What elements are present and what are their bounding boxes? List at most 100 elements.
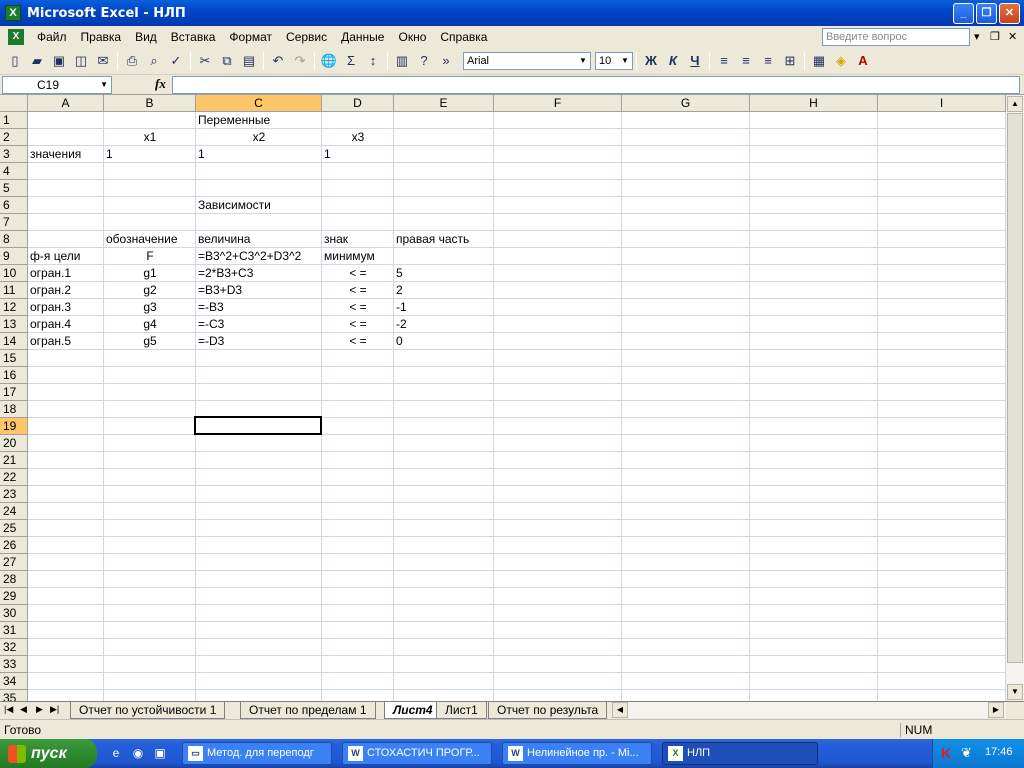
row-header[interactable]: 22 <box>0 469 28 486</box>
minimize-button[interactable]: _ <box>953 3 974 24</box>
row-header[interactable]: 30 <box>0 605 28 622</box>
row-header[interactable]: 35 <box>0 690 28 701</box>
scroll-right-icon[interactable]: ▶ <box>988 702 1004 718</box>
task-word-1[interactable]: W СТОХАСТИЧ ПРОГР... <box>342 742 492 765</box>
doc-restore-icon[interactable]: ❐ <box>990 30 1000 43</box>
font-name-select[interactable]: Arial ▼ <box>463 52 591 70</box>
task-word-2[interactable]: W Нелинейное пр. - Mi... <box>502 742 652 765</box>
scroll-left-icon[interactable]: ◀ <box>612 702 628 718</box>
menu-edit[interactable]: Правка <box>74 30 129 44</box>
column-header-g[interactable]: G <box>622 95 750 112</box>
help-icon[interactable]: ? <box>414 51 434 71</box>
cell-b12[interactable]: g3 <box>104 299 196 316</box>
next-sheet-icon[interactable]: ▶ <box>36 704 43 715</box>
cell-b8[interactable]: обозначение <box>104 231 196 248</box>
excel-app-icon[interactable]: X <box>5 5 21 21</box>
column-header-i[interactable]: I <box>878 95 1006 112</box>
tab-list4[interactable]: Лист4 <box>384 702 442 719</box>
cell-c14[interactable]: =-D3 <box>196 333 322 350</box>
cell-b14[interactable]: g5 <box>104 333 196 350</box>
undo-icon[interactable]: ↶ <box>268 51 288 71</box>
tab-results-report[interactable]: Отчет по результа <box>488 702 608 719</box>
menu-help[interactable]: Справка <box>433 30 494 44</box>
insert-function-icon[interactable]: fx <box>155 76 166 92</box>
row-header[interactable]: 28 <box>0 571 28 588</box>
email-icon[interactable]: ✉ <box>93 51 113 71</box>
autosum-icon[interactable]: Σ <box>341 51 361 71</box>
cell-c10[interactable]: =2*B3+C3 <box>196 265 322 282</box>
cell-a10[interactable]: огран.1 <box>28 265 104 282</box>
align-left-icon[interactable]: ≡ <box>714 51 734 71</box>
menu-view[interactable]: Вид <box>128 30 164 44</box>
align-center-icon[interactable]: ≡ <box>736 51 756 71</box>
cell-c1[interactable]: Переменные <box>196 112 322 129</box>
fill-color-icon[interactable]: ◈ <box>831 51 851 71</box>
row-header[interactable]: 15 <box>0 350 28 367</box>
cell-e10[interactable]: 5 <box>394 265 494 282</box>
cell-c8[interactable]: величина <box>196 231 322 248</box>
italic-button[interactable]: К <box>663 51 683 71</box>
ask-question-input[interactable]: Введите вопрос <box>822 28 970 46</box>
cell-d8[interactable]: знак <box>322 231 394 248</box>
task-excel[interactable]: X НЛП <box>662 742 818 765</box>
menu-data[interactable]: Данные <box>334 30 391 44</box>
copy-icon[interactable]: ⧉ <box>217 51 237 71</box>
menu-format[interactable]: Формат <box>222 30 279 44</box>
cell-c2[interactable]: x2 <box>196 129 322 146</box>
cell-e14[interactable]: 0 <box>394 333 494 350</box>
cell-a13[interactable]: огран.4 <box>28 316 104 333</box>
cell-b9[interactable]: F <box>104 248 196 265</box>
scroll-up-icon[interactable]: ▲ <box>1007 96 1023 112</box>
cell-b2[interactable]: x1 <box>104 129 196 146</box>
row-header[interactable]: 29 <box>0 588 28 605</box>
scroll-down-icon[interactable]: ▼ <box>1007 684 1023 700</box>
cell-e8[interactable]: правая часть <box>394 231 494 248</box>
row-header[interactable]: 21 <box>0 452 28 469</box>
row-header[interactable]: 7 <box>0 214 28 231</box>
row-header[interactable]: 32 <box>0 639 28 656</box>
prev-sheet-icon[interactable]: ◀ <box>20 704 27 715</box>
row-header[interactable]: 1 <box>0 112 28 129</box>
row-header[interactable]: 24 <box>0 503 28 520</box>
cell-d9[interactable]: минимум <box>322 248 394 265</box>
cell-a3[interactable]: значения <box>28 146 104 163</box>
row-header[interactable]: 33 <box>0 656 28 673</box>
row-header[interactable]: 12 <box>0 299 28 316</box>
chart-wizard-icon[interactable]: ▥ <box>392 51 412 71</box>
cut-icon[interactable]: ✂ <box>195 51 215 71</box>
row-header[interactable]: 26 <box>0 537 28 554</box>
menu-tools[interactable]: Сервис <box>279 30 334 44</box>
row-header[interactable]: 27 <box>0 554 28 571</box>
formula-input[interactable] <box>172 76 1020 94</box>
first-sheet-icon[interactable]: |◀ <box>4 704 13 715</box>
row-header[interactable]: 9 <box>0 248 28 265</box>
cell-e11[interactable]: 2 <box>394 282 494 299</box>
cell-e13[interactable]: -2 <box>394 316 494 333</box>
row-header[interactable]: 19 <box>0 418 28 435</box>
column-header-h[interactable]: H <box>750 95 878 112</box>
open-icon[interactable]: ▰ <box>27 51 47 71</box>
row-header[interactable]: 10 <box>0 265 28 282</box>
row-header[interactable]: 3 <box>0 146 28 163</box>
row-header[interactable]: 4 <box>0 163 28 180</box>
cell-a12[interactable]: огран.3 <box>28 299 104 316</box>
cell-d12[interactable]: < = <box>322 299 394 316</box>
column-header-b[interactable]: B <box>104 95 196 112</box>
row-header[interactable]: 31 <box>0 622 28 639</box>
spreadsheet-grid[interactable]: A B C D E F G H I 1 2 3 4 5 6 7 8 9 10 11 12 13 14 15 16 17 18 19 20… <box>0 95 1006 701</box>
font-color-icon[interactable]: A <box>853 51 873 71</box>
cell-c9[interactable]: =B3^2+C3^2+D3^2 <box>196 248 322 265</box>
redo-icon[interactable]: ↷ <box>290 51 310 71</box>
row-header[interactable]: 23 <box>0 486 28 503</box>
tab-sensitivity-report[interactable]: Отчет по устойчивости 1 <box>70 702 226 719</box>
column-header-f[interactable]: F <box>494 95 622 112</box>
chevron-down-icon[interactable]: ▼ <box>577 54 589 68</box>
row-header[interactable]: 34 <box>0 673 28 690</box>
last-sheet-icon[interactable]: ▶| <box>50 704 59 715</box>
row-header[interactable]: 13 <box>0 316 28 333</box>
column-header-c[interactable]: C <box>196 95 322 112</box>
cell-b11[interactable]: g2 <box>104 282 196 299</box>
cell-a11[interactable]: огран.2 <box>28 282 104 299</box>
ie-icon[interactable]: e <box>108 745 124 761</box>
media-player-icon[interactable]: ◉ <box>130 745 146 761</box>
